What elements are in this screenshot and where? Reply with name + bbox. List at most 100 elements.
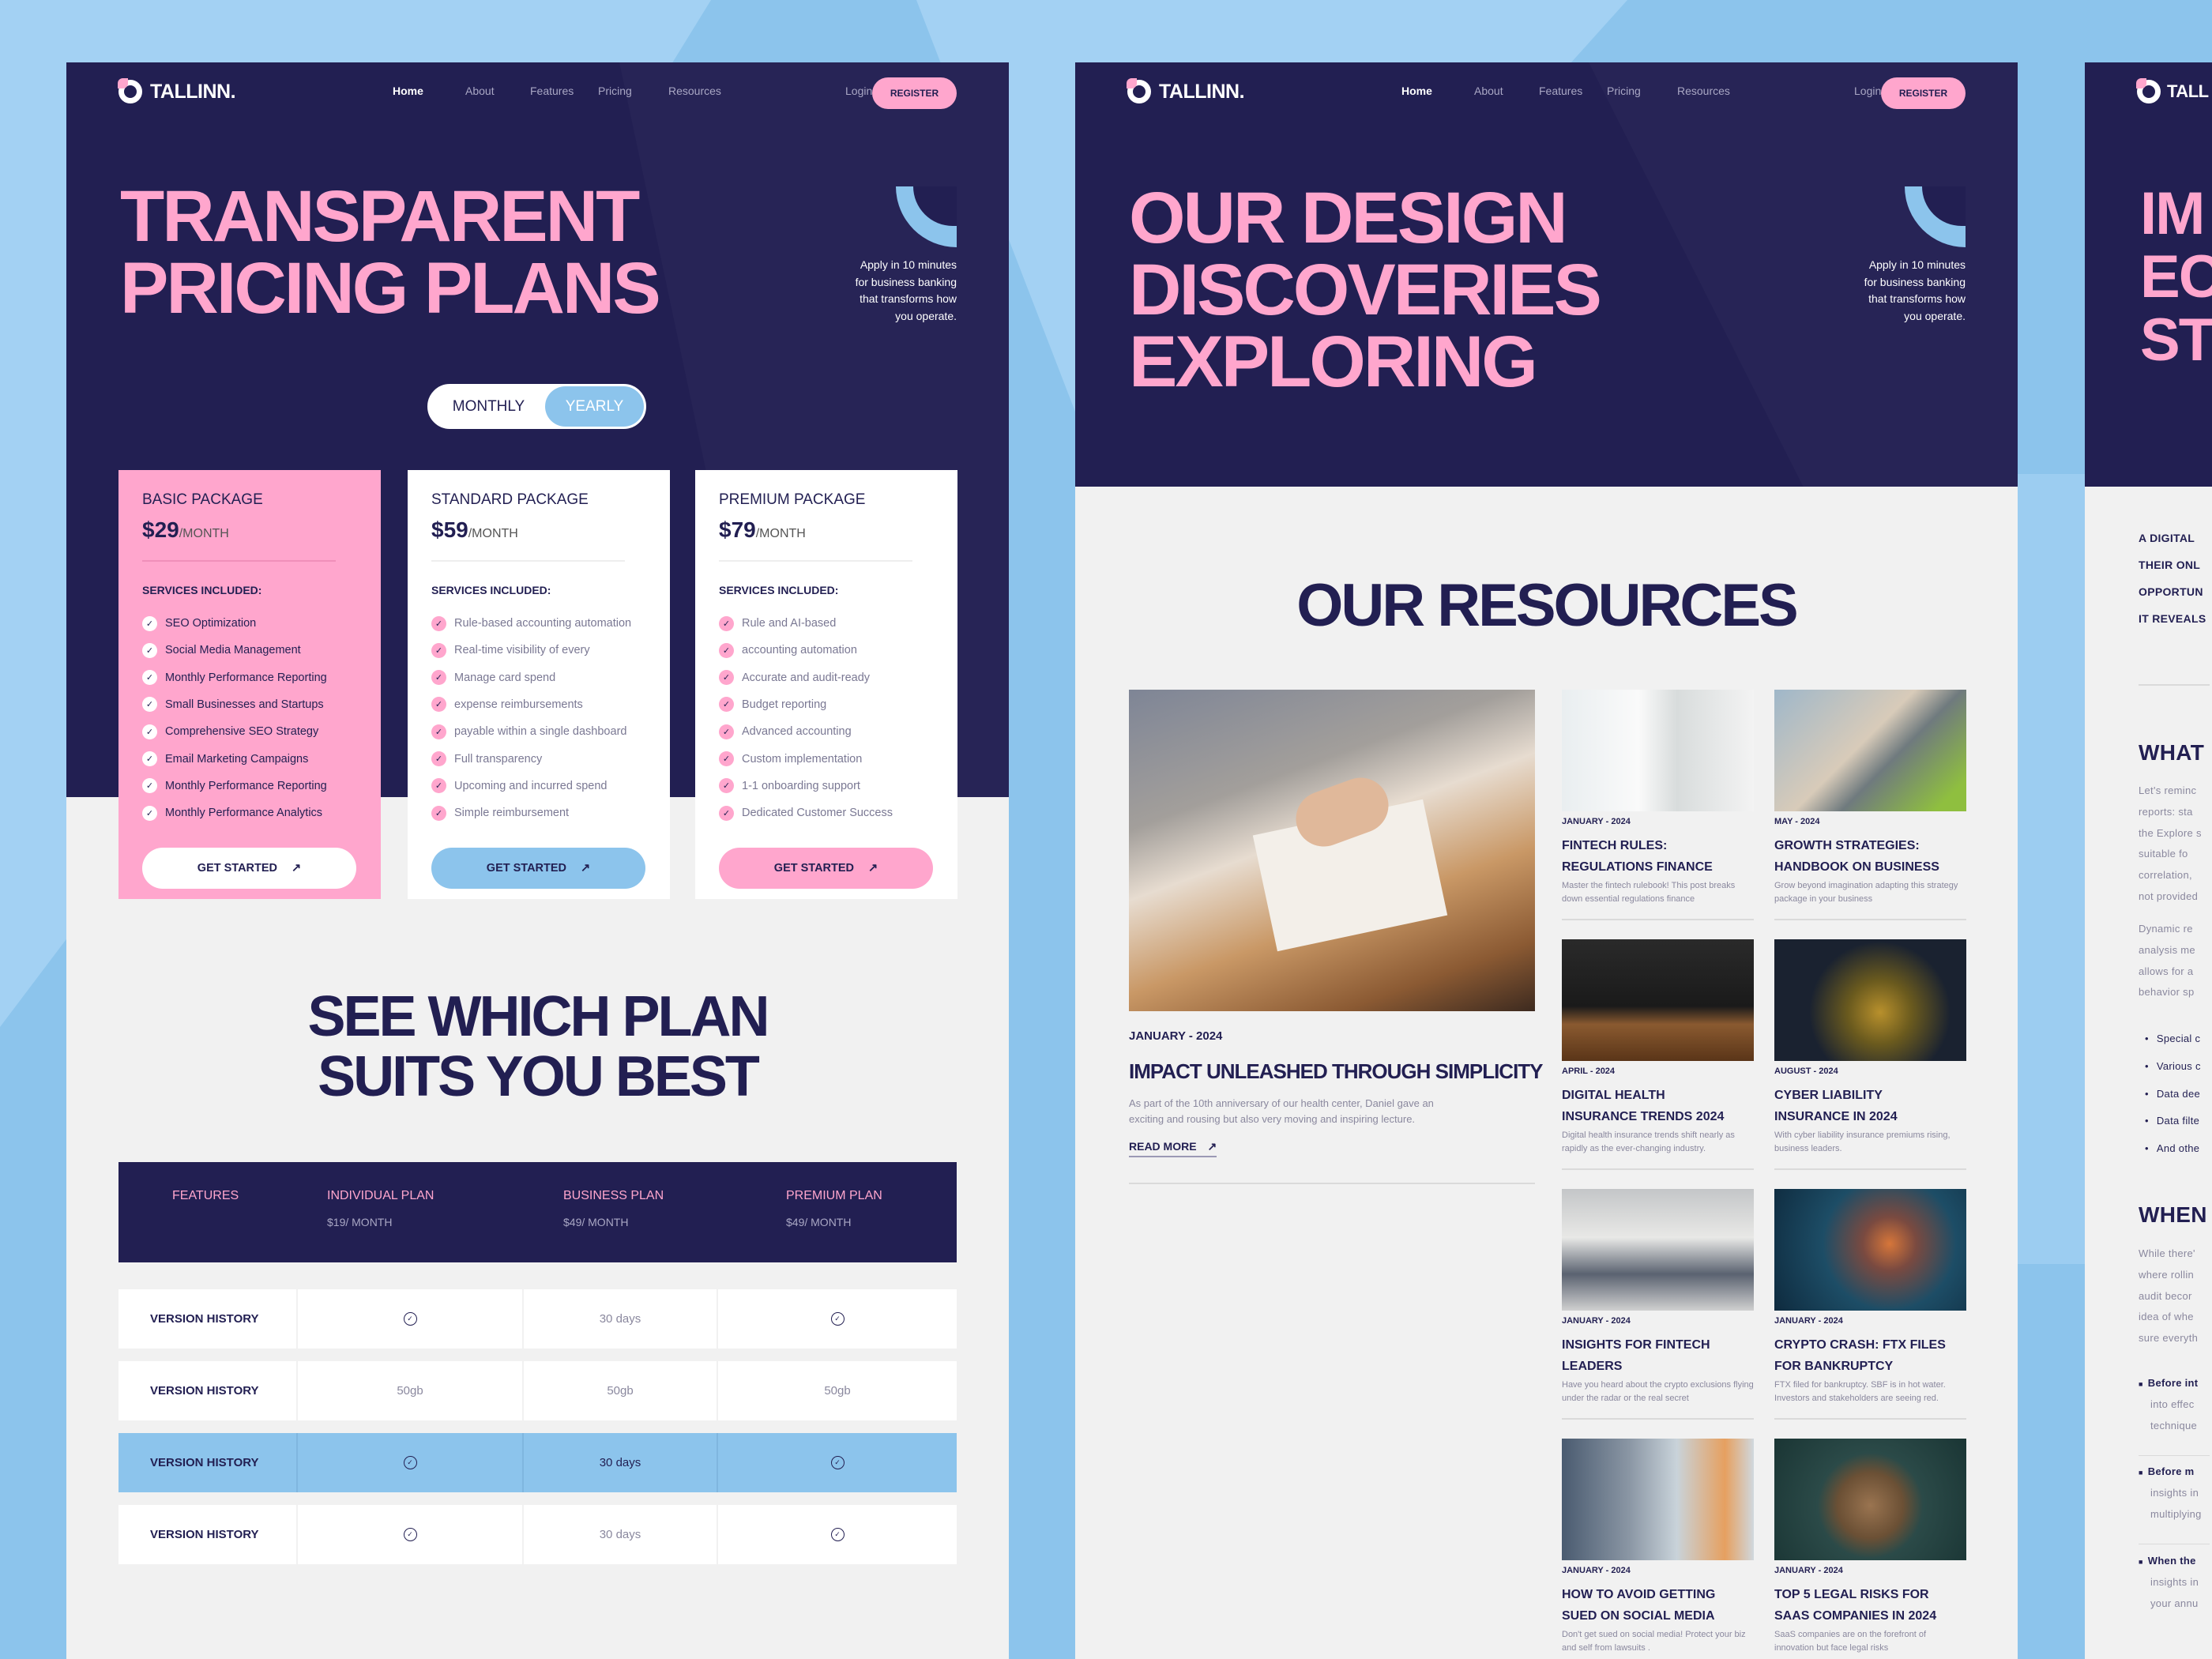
cell-value: 30 days bbox=[599, 1312, 641, 1326]
login-link[interactable]: Login bbox=[1854, 85, 1881, 97]
paragraph-line: analysis me bbox=[2139, 943, 2195, 956]
nav-features[interactable]: Features bbox=[1539, 85, 1582, 97]
billing-toggle[interactable]: MONTHLY YEARLY bbox=[427, 384, 646, 429]
column-header: INDIVIDUAL PLAN bbox=[327, 1189, 434, 1202]
note-line: for business banking bbox=[855, 275, 957, 288]
cell-value: 30 days bbox=[599, 1456, 641, 1469]
column-header: PREMIUM PLAN bbox=[786, 1189, 882, 1202]
note-line: Apply in 10 minutes bbox=[1868, 258, 1966, 271]
post-title[interactable]: GROWTH STRATEGIES: HANDBOOK ON BUSINESS bbox=[1774, 835, 1939, 878]
post-image-typing-laptop-dark[interactable] bbox=[1562, 939, 1754, 1061]
post-desc: Have you heard about the crypto exclusio… bbox=[1562, 1380, 1754, 1403]
bullet-item: • Various c bbox=[2145, 1060, 2201, 1072]
nav-resources[interactable]: Resources bbox=[668, 85, 721, 97]
post-image-desk-top-view[interactable] bbox=[1774, 1439, 1966, 1560]
post-title[interactable]: FINTECH RULES: REGULATIONS FINANCE bbox=[1562, 835, 1713, 878]
services-label: SERVICES INCLUDED: bbox=[142, 584, 262, 596]
get-started-button[interactable]: GET STARTED ↗ bbox=[431, 848, 645, 889]
paragraph-line: insights in bbox=[2150, 1575, 2199, 1588]
post-title[interactable]: CYBER LIABILITY INSURANCE IN 2024 bbox=[1774, 1085, 1898, 1127]
post-title[interactable]: TOP 5 LEGAL RISKS FOR SAAS COMPANIES IN 2… bbox=[1774, 1584, 1936, 1627]
check-icon: ✓ bbox=[142, 642, 157, 658]
post-title[interactable]: CRYPTO CRASH: FTX FILES FOR BANKRUPTCY bbox=[1774, 1334, 1946, 1377]
button-label: GET STARTED bbox=[486, 862, 567, 875]
square-bullet-icon: ■ bbox=[2139, 1380, 2143, 1388]
post-image-hands-laptop[interactable] bbox=[1774, 690, 1966, 811]
divider bbox=[2139, 684, 2210, 686]
post-image-man-vr-headset[interactable] bbox=[1562, 1439, 1754, 1560]
post-title[interactable]: HOW TO AVOID GETTING SUED ON SOCIAL MEDIA bbox=[1562, 1584, 1715, 1627]
service-label: Rule and AI-based bbox=[742, 617, 837, 630]
featured-desc: As part of the 10th anniversary of our h… bbox=[1129, 1096, 1434, 1127]
service-label: Simple reimbursement bbox=[454, 807, 570, 820]
service-item: ✓ Monthly Performance Reporting bbox=[142, 669, 327, 687]
post-title[interactable]: DIGITAL HEALTH INSURANCE TRENDS 2024 bbox=[1562, 1085, 1724, 1127]
title-line: HOW TO AVOID GETTING bbox=[1562, 1588, 1716, 1601]
nav-features[interactable]: Features bbox=[530, 85, 574, 97]
service-label: Email Marketing Campaigns bbox=[165, 752, 309, 766]
register-button[interactable]: REGISTER bbox=[1881, 77, 1966, 109]
nav-pricing[interactable]: Pricing bbox=[1607, 85, 1641, 97]
bullet-text: Special c bbox=[2156, 1033, 2201, 1044]
check-icon: ✓ bbox=[142, 724, 157, 739]
nav-about[interactable]: About bbox=[1474, 85, 1503, 97]
check-icon: ✓ bbox=[142, 670, 157, 686]
arrow-up-right-icon: ↗ bbox=[868, 862, 878, 875]
service-item: ✓ Upcoming and incurred spend bbox=[431, 777, 607, 795]
title-line: INSURANCE IN 2024 bbox=[1774, 1110, 1898, 1123]
featured-title[interactable]: IMPACT UNLEASHED THROUGH SIMPLICITY bbox=[1129, 1059, 1544, 1084]
table-cell: 50gb bbox=[717, 1361, 957, 1420]
note-line: you operate. bbox=[895, 309, 957, 322]
toggle-monthly[interactable]: MONTHLY bbox=[439, 386, 538, 427]
post-image-hacker-hoodie[interactable] bbox=[1774, 939, 1966, 1061]
brand-logo[interactable]: TALL bbox=[2136, 78, 2209, 103]
intro-line: IT REVEALS bbox=[2139, 612, 2206, 625]
column-price: $49/ MONTH bbox=[563, 1216, 629, 1228]
price-period: /MONTH bbox=[179, 527, 229, 540]
post-desc: FTX filed for bankruptcy. SBF is in hot … bbox=[1774, 1380, 1946, 1403]
post-image-woman-holographic[interactable] bbox=[1774, 1189, 1966, 1311]
service-label: Full transparency bbox=[454, 752, 543, 766]
title-line: ST bbox=[2140, 307, 2212, 374]
post-desc: With cyber liability insurance premiums … bbox=[1774, 1130, 1951, 1153]
package-name: STANDARD PACKAGE bbox=[431, 491, 589, 508]
post-image-office-desks[interactable] bbox=[1562, 1189, 1754, 1311]
get-started-button[interactable]: GET STARTED ↗ bbox=[719, 848, 933, 889]
paragraph-line: allows for a bbox=[2139, 965, 2194, 977]
paragraph-line: insights in bbox=[2150, 1486, 2199, 1499]
featured-image-writing-hand[interactable] bbox=[1129, 690, 1535, 1011]
brand-logo[interactable]: TALLINN. bbox=[1127, 78, 1245, 103]
post-image-businesswoman-office[interactable] bbox=[1562, 690, 1754, 811]
title-line: CRYPTO CRASH: FTX FILES bbox=[1774, 1338, 1946, 1352]
post-date: JANUARY - 2024 bbox=[1562, 1566, 1631, 1575]
nav-about[interactable]: About bbox=[465, 85, 495, 97]
toggle-yearly[interactable]: YEARLY bbox=[545, 386, 644, 427]
check-icon: ✓ bbox=[719, 805, 734, 821]
check-circle-icon: ✓ bbox=[403, 1528, 417, 1541]
nav-resources[interactable]: Resources bbox=[1677, 85, 1730, 97]
service-item: ✓ Custom implementation bbox=[719, 750, 862, 768]
table-cell: ✓ bbox=[717, 1505, 957, 1564]
service-item: ✓ Budget reporting bbox=[719, 696, 826, 713]
nav-pricing[interactable]: Pricing bbox=[598, 85, 632, 97]
brand-logo[interactable]: TALLINN. bbox=[118, 78, 236, 103]
login-link[interactable]: Login bbox=[845, 85, 872, 97]
title-line: DIGITAL HEALTH bbox=[1562, 1089, 1665, 1102]
post-desc: Grow beyond imagination adapting this st… bbox=[1774, 881, 1958, 904]
post-title[interactable]: INSIGHTS FOR FINTECH LEADERS bbox=[1562, 1334, 1710, 1377]
post-date: MAY - 2024 bbox=[1774, 817, 1820, 826]
note-line: that transforms how bbox=[1868, 292, 1966, 305]
read-more-link[interactable]: READ MORE ↗ bbox=[1129, 1140, 1217, 1157]
desc-line: As part of the 10th anniversary of our h… bbox=[1129, 1097, 1434, 1109]
nav-home[interactable]: Home bbox=[393, 85, 423, 97]
get-started-button[interactable]: GET STARTED ↗ bbox=[142, 848, 356, 889]
nav-home[interactable]: Home bbox=[1401, 85, 1432, 97]
pricing-card-basic: BASIC PACKAGE $29/MONTH SERVICES INCLUDED:… bbox=[118, 470, 381, 899]
service-label: Dedicated Customer Success bbox=[742, 807, 893, 820]
title-line: FINTECH RULES: bbox=[1562, 839, 1668, 852]
register-button[interactable]: REGISTER bbox=[872, 77, 957, 109]
paragraph-line: into effec bbox=[2150, 1398, 2195, 1410]
check-icon: ✓ bbox=[431, 642, 446, 658]
title-line: TOP 5 LEGAL RISKS FOR bbox=[1774, 1588, 1929, 1601]
column-header: BUSINESS PLAN bbox=[563, 1189, 664, 1202]
